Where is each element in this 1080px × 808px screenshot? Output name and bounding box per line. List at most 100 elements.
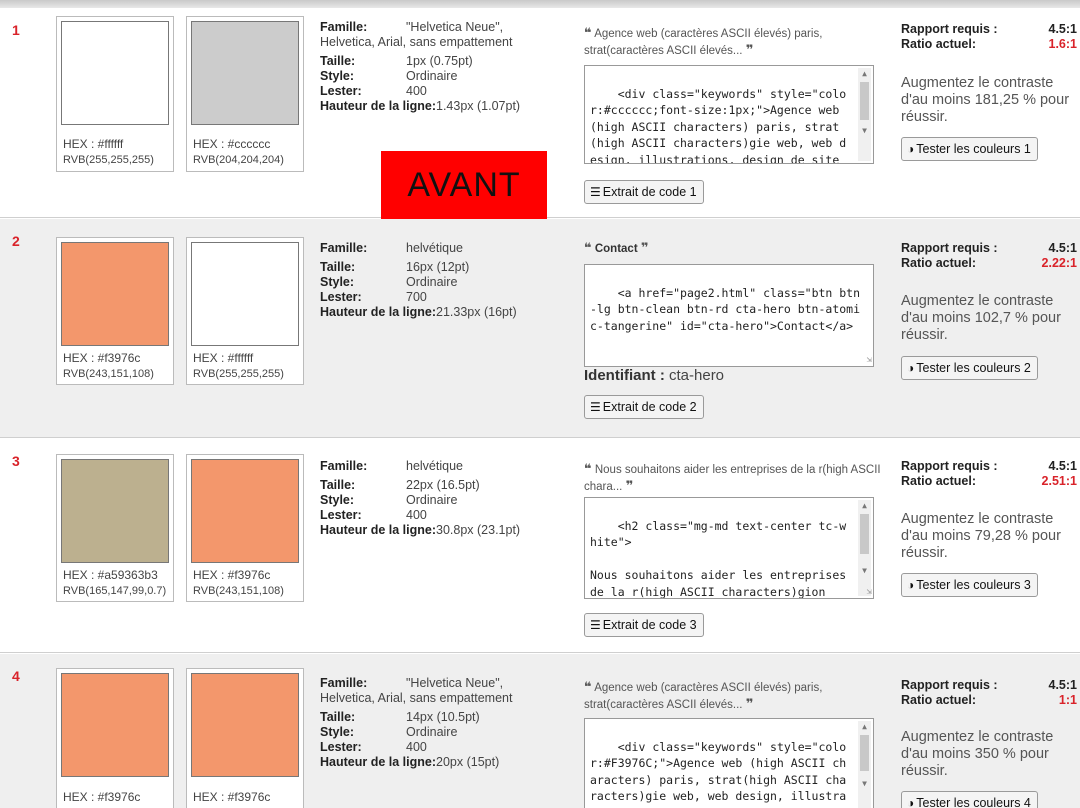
size-value: 22px (16.5pt): [406, 478, 480, 492]
weight-value: 700: [406, 290, 427, 304]
identifier-value: cta-hero: [669, 367, 725, 384]
style-value: Ordinaire: [406, 493, 458, 507]
test-colors-label: Tester les couleurs 2: [916, 361, 1031, 375]
weight-label: Lester:: [320, 290, 362, 304]
scroll-up-icon[interactable]: ▲: [860, 722, 869, 731]
family-label: Famille:: [320, 20, 368, 34]
code-snippet-button[interactable]: ☰ Extrait de code 2: [584, 395, 704, 419]
actual-ratio-label: Ratio actuel:: [901, 693, 977, 707]
actual-ratio: Ratio actuel: 2.51:1: [901, 474, 1077, 489]
rgb-value: RVB(165,147,99,0.7): [63, 585, 167, 597]
contrast-advice: Augmentez le contraste d'au moins 79,28 …: [901, 511, 1061, 561]
weight-label: Lester:: [320, 740, 362, 754]
test-colors-button[interactable]: ◑ Tester les couleurs 4: [901, 791, 1038, 808]
size-line: Taille: 1px (0.75pt): [320, 54, 560, 69]
scroll-down-icon[interactable]: ▼: [860, 779, 869, 788]
hex-value: HEX : #f3976c: [63, 351, 141, 365]
weight-value: 400: [406, 84, 427, 98]
contrast-icon: ◑: [907, 578, 915, 592]
quote-open-icon: ❝: [584, 461, 592, 476]
row-number: 1: [12, 22, 20, 38]
code-snippet-label: Extrait de code 1: [602, 185, 697, 199]
style-label: Style:: [320, 493, 355, 507]
list-icon: ☰: [590, 400, 601, 414]
size-label: Taille:: [320, 54, 356, 68]
color-preview: [61, 673, 169, 777]
line-height-value: 21.33px (16pt): [436, 305, 517, 319]
code-snippet-button[interactable]: ☰ Extrait de code 1: [584, 180, 704, 204]
size-value: 14px (10.5pt): [406, 710, 480, 724]
code-scrollbar[interactable]: ▲ ▼: [858, 500, 871, 596]
rgb-value: RVB(243,151,108): [193, 585, 284, 597]
code-scrollbar[interactable]: ▲ ▼: [858, 721, 871, 808]
rgb-value: RVB(255,255,255): [63, 154, 154, 166]
weight-label: Lester:: [320, 508, 362, 522]
line-height-line: Hauteur de la ligne:21.33px (16pt): [320, 305, 560, 320]
font-info: Famille: "Helvetica Neue", Helvetica, Ari…: [320, 676, 560, 770]
actual-ratio: Ratio actuel: 1:1: [901, 693, 1077, 708]
code-textarea[interactable]: <h2 class="mg-md text-center tc-white"> …: [584, 497, 874, 599]
scroll-down-icon[interactable]: ▼: [860, 126, 869, 135]
size-value: 1px (0.75pt): [406, 54, 473, 68]
weight-line: Lester: 400: [320, 84, 560, 99]
size-line: Taille: 14px (10.5pt): [320, 710, 560, 725]
required-ratio: Rapport requis : 4.5:1: [901, 459, 1077, 474]
code-snippet-button[interactable]: ☰ Extrait de code 3: [584, 613, 704, 637]
background-swatch: HEX : #f3976c RVB(243,151,108): [186, 454, 304, 602]
color-preview: [61, 21, 169, 125]
background-swatch: HEX : #cccccc RVB(204,204,204): [186, 16, 304, 172]
foreground-swatch: HEX : #a59363b3 RVB(165,147,99,0.7): [56, 454, 174, 602]
style-value: Ordinaire: [406, 275, 458, 289]
style-label: Style:: [320, 275, 355, 289]
code-text: <a href="page2.html" class="btn btn-lg b…: [590, 285, 861, 333]
family-label: Famille:: [320, 676, 368, 690]
line-height-label: Hauteur de la ligne:: [320, 755, 436, 769]
resize-handle-icon[interactable]: ⇲: [862, 587, 872, 597]
scroll-up-icon[interactable]: ▲: [860, 69, 869, 78]
code-textarea[interactable]: <a href="page2.html" class="btn btn-lg b…: [584, 264, 874, 367]
resize-handle-icon[interactable]: ⇲: [862, 355, 872, 365]
quote-open-icon: ❝: [584, 240, 592, 255]
code-textarea[interactable]: <div class="keywords" style="color:#F397…: [584, 718, 874, 808]
scroll-thumb[interactable]: [860, 82, 869, 120]
quote-open-icon: ❝: [584, 679, 592, 694]
contrast-icon: ◑: [907, 796, 915, 808]
scroll-down-icon[interactable]: ▼: [860, 566, 869, 575]
test-colors-button[interactable]: ◑ Tester les couleurs 1: [901, 137, 1038, 161]
weight-value: 400: [406, 508, 427, 522]
required-ratio: Rapport requis : 4.5:1: [901, 241, 1077, 256]
scroll-up-icon[interactable]: ▲: [860, 501, 869, 510]
code-snippet-label: Extrait de code 2: [602, 400, 697, 414]
size-value: 16px (12pt): [406, 260, 470, 274]
family-value: helvétique: [406, 241, 463, 255]
test-colors-label: Tester les couleurs 4: [916, 796, 1031, 808]
code-textarea[interactable]: <div class="keywords" style="color:#cccc…: [584, 65, 874, 164]
row-number: 2: [12, 233, 20, 249]
required-ratio-value: 4.5:1: [1048, 678, 1078, 692]
ratio-info: Rapport requis : 4.5:1 Ratio actuel: 2.51:…: [901, 459, 1077, 489]
line-height-label: Hauteur de la ligne:: [320, 523, 436, 537]
contrast-icon: ◑: [907, 142, 915, 156]
weight-value: 400: [406, 740, 427, 754]
color-preview: [191, 21, 299, 125]
style-label: Style:: [320, 69, 355, 83]
scroll-thumb[interactable]: [860, 735, 869, 771]
actual-ratio-value: 1:1: [1058, 693, 1077, 707]
identifier: Identifiant : cta-hero: [584, 367, 724, 384]
test-colors-button[interactable]: ◑ Tester les couleurs 2: [901, 356, 1038, 380]
font-info: Famille: "Helvetica Neue", Helvetica, Ari…: [320, 20, 560, 114]
scroll-thumb[interactable]: [860, 514, 869, 554]
code-scrollbar[interactable]: ▲ ▼: [858, 68, 871, 161]
size-label: Taille:: [320, 710, 356, 724]
family-value: helvétique: [406, 459, 463, 473]
family-label: Famille:: [320, 241, 368, 255]
color-preview: [61, 459, 169, 563]
rgb-value: RVB(243,151,108): [63, 368, 154, 380]
test-colors-button[interactable]: ◑ Tester les couleurs 3: [901, 573, 1038, 597]
quote-close-icon: ❞: [640, 240, 649, 255]
result-row-3: 3 HEX : #a59363b3 RVB(165,147,99,0.7) HE…: [0, 439, 1080, 653]
line-height-label: Hauteur de la ligne:: [320, 99, 436, 113]
hex-value: HEX : #f3976c: [193, 568, 271, 582]
quote-open-icon: ❝: [584, 25, 592, 40]
rgb-value: RVB(255,255,255): [193, 368, 284, 380]
